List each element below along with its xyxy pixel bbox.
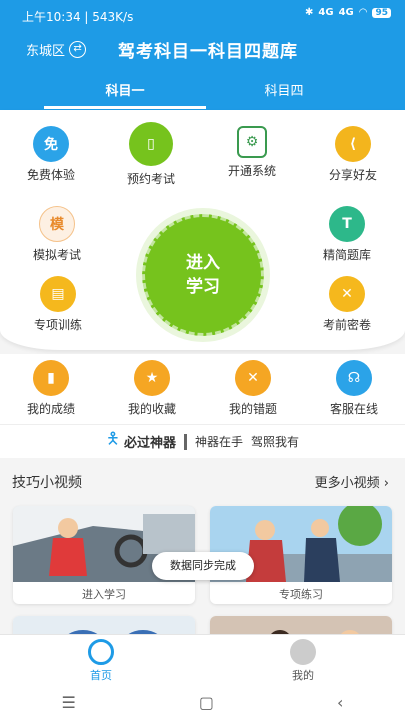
- my-favorites-label: 我的收藏: [127, 402, 176, 416]
- video-caption: 进入学习: [82, 588, 126, 601]
- slogan-sub-2: 驾照我有: [251, 435, 300, 449]
- mock-exam-label: 模拟考试: [32, 248, 81, 262]
- customer-service-label: 客服在线: [329, 402, 378, 416]
- chevron-right-icon: ›: [383, 476, 389, 491]
- open-system-button[interactable]: ⚙ 开通系统: [197, 126, 307, 179]
- slogan-main: 必过神器: [124, 436, 177, 451]
- share-button[interactable]: ⟨ 分享好友: [298, 126, 405, 183]
- nav-home[interactable]: 首页: [61, 639, 141, 683]
- swap-icon: ⇄: [69, 41, 87, 58]
- enter-line-1: 进入: [186, 253, 220, 273]
- slogan-sub-1: 神器在手: [195, 435, 244, 449]
- my-favorites-button[interactable]: ★ 我的收藏: [97, 360, 207, 417]
- app-title: 驾考科目一科目四题库: [118, 42, 298, 62]
- person-icon: 🯅: [105, 429, 121, 448]
- customer-service-button[interactable]: ☊ 客服在线: [299, 360, 405, 417]
- bottom-nav: 首页 我的: [0, 634, 405, 684]
- text-icon: T: [329, 206, 365, 242]
- tablet-icon: ▯: [129, 122, 173, 166]
- main-panel: 免 免费体验 ▯ 预约考试 ⚙ 开通系统 ⟨ 分享好友 模 模拟考试 T 精简题…: [0, 110, 405, 350]
- special-training-label: 专项训练: [33, 318, 82, 332]
- share-label: 分享好友: [328, 168, 377, 182]
- video-caption: 专项练习: [279, 588, 323, 601]
- star-icon: ★: [134, 360, 170, 396]
- mock-icon: 模: [39, 206, 75, 242]
- my-scores-label: 我的成绩: [26, 402, 75, 416]
- my-scores-button[interactable]: ▮ 我的成绩: [0, 360, 106, 417]
- my-mistakes-button[interactable]: ✕ 我的错题: [198, 360, 308, 417]
- book-exam-button[interactable]: ▯ 预约考试: [96, 122, 206, 187]
- close-icon: ✕: [329, 276, 365, 312]
- tab-subject-one[interactable]: 科目一: [65, 80, 185, 99]
- video-section: 技巧小视频 更多小视频 › 进入学习 专项练习: [0, 464, 405, 646]
- book-exam-label: 预约考试: [126, 172, 175, 186]
- system-nav-bar: ☰ ▢ ‹: [0, 684, 405, 720]
- special-training-button[interactable]: ▤ 专项训练: [3, 276, 113, 333]
- title-bar: 东城区 ⇄ 驾考科目一科目四题库: [0, 32, 405, 66]
- simplified-bank-label: 精简题库: [322, 248, 371, 262]
- tab-underline: [44, 106, 206, 109]
- district-label: 东城区: [26, 44, 66, 59]
- subject-tabs: 科目一 科目四: [0, 74, 405, 110]
- signal-icon-2: 4G: [338, 7, 354, 18]
- back-icon[interactable]: ‹: [337, 693, 343, 712]
- bar-chart-icon: ▮: [33, 360, 69, 396]
- my-mistakes-label: 我的错题: [228, 402, 277, 416]
- status-icons: ✱ 4G 4G ◠ 95: [305, 7, 391, 18]
- free-trial-button[interactable]: 免 免费体验: [0, 126, 106, 183]
- slogan-bar: 🯅 必过神器 神器在手 驾照我有: [0, 424, 405, 458]
- nav-home-label: 首页: [90, 669, 112, 682]
- pre-exam-button[interactable]: ✕ 考前密卷: [292, 276, 402, 333]
- free-trial-label: 免费体验: [26, 168, 75, 182]
- headset-icon: ☊: [336, 360, 372, 396]
- menu-icon[interactable]: ☰: [62, 693, 76, 712]
- slogan-divider: [184, 433, 188, 450]
- settings-doc-icon: ⚙: [237, 126, 267, 158]
- signal-icon: 4G: [318, 7, 334, 18]
- clipboard-icon: ▤: [40, 276, 76, 312]
- x-icon: ✕: [235, 360, 271, 396]
- sync-toast: 数据同步完成: [152, 552, 254, 580]
- nav-profile-label: 我的: [292, 669, 314, 682]
- home-icon[interactable]: ▢: [199, 693, 214, 712]
- enter-study-button[interactable]: 进入 学习: [136, 208, 270, 342]
- free-trial-icon: 免: [33, 126, 69, 162]
- app-header: 上午10:34 | 543K/s ✱ 4G 4G ◠ 95 东城区 ⇄ 驾考科目…: [0, 0, 405, 110]
- share-icon: ⟨: [335, 126, 371, 162]
- battery-icon: 95: [372, 7, 391, 18]
- tab-subject-four[interactable]: 科目四: [224, 80, 344, 99]
- simplified-bank-button[interactable]: T 精简题库: [292, 206, 402, 263]
- mock-exam-button[interactable]: 模 模拟考试: [2, 206, 112, 263]
- wifi-icon: ◠: [358, 7, 368, 18]
- steering-wheel-icon: [88, 639, 114, 665]
- open-system-label: 开通系统: [227, 164, 276, 178]
- user-functions-row: ▮ 我的成绩 ★ 我的收藏 ✕ 我的错题 ☊ 客服在线: [0, 354, 405, 424]
- video-section-title: 技巧小视频: [12, 475, 82, 491]
- bluetooth-icon: ✱: [305, 7, 314, 18]
- status-bar: 上午10:34 | 543K/s ✱ 4G 4G ◠ 95: [0, 0, 405, 30]
- pre-exam-label: 考前密卷: [322, 318, 371, 332]
- district-selector[interactable]: 东城区 ⇄: [26, 40, 87, 59]
- nav-profile[interactable]: 我的: [263, 639, 343, 683]
- more-videos-label: 更多小视频: [314, 476, 380, 491]
- more-videos-link[interactable]: 更多小视频 ›: [315, 472, 389, 491]
- status-time: 上午10:34 | 543K/s: [22, 10, 134, 24]
- enter-line-2: 学习: [186, 277, 220, 297]
- user-icon: [290, 639, 316, 665]
